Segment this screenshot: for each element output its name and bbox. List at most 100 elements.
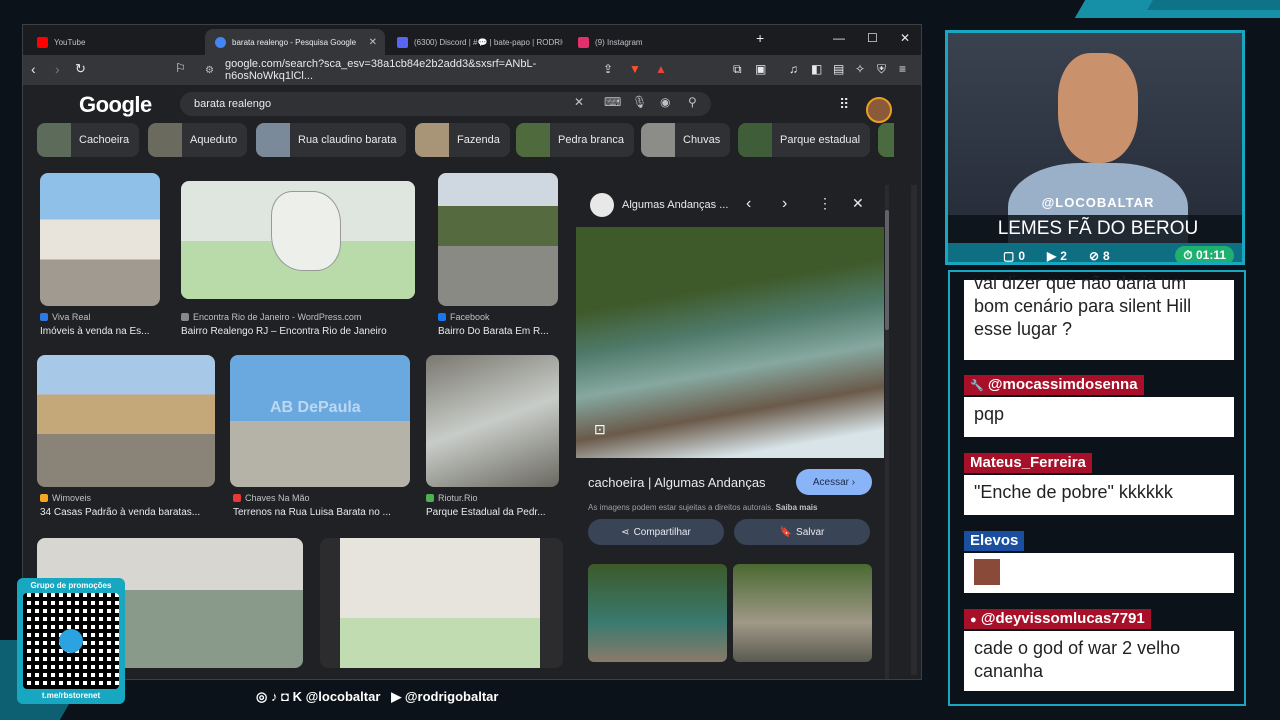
result-source[interactable]: Viva Real — [40, 312, 90, 322]
learn-more-link[interactable]: Saiba mais — [776, 503, 818, 512]
tab-google-search[interactable]: barata realengo - Pesquisa Google ✕ — [205, 29, 385, 55]
search-icon[interactable]: ⚲ — [688, 95, 697, 109]
result-source[interactable]: Facebook — [438, 312, 490, 322]
related-image[interactable] — [733, 564, 872, 662]
google-logo[interactable]: Google — [79, 92, 152, 118]
forward-icon[interactable]: › — [55, 61, 60, 77]
panel-scroll-thumb[interactable] — [885, 210, 889, 330]
search-query: barata realengo — [194, 98, 272, 110]
result-image[interactable] — [40, 173, 160, 306]
mic-icon[interactable]: 🎙 — [632, 95, 647, 109]
chat-message — [964, 553, 1234, 593]
reload-icon[interactable]: ↻ — [75, 61, 86, 77]
apps-grid-icon[interactable]: ⠿ — [839, 96, 849, 113]
chip-parque-estadual[interactable]: Parque estadual — [738, 123, 871, 157]
streamer-face — [1058, 53, 1138, 163]
rewards-icon[interactable]: ▲ — [655, 62, 667, 76]
close-tab-icon[interactable]: ✕ — [369, 37, 377, 48]
chip-thumb — [148, 123, 182, 157]
chip-fazenda[interactable]: Fazenda — [415, 123, 510, 157]
site-settings-icon[interactable]: ⚙ — [205, 65, 214, 76]
result-source[interactable]: Wimoveis — [40, 493, 91, 503]
result-image[interactable]: AB DePaula — [230, 355, 410, 487]
next-image-icon[interactable]: › — [782, 195, 787, 213]
source-name: Riotur.Rio — [438, 493, 478, 503]
result-title[interactable]: 34 Casas Padrão à venda baratas... — [40, 507, 215, 518]
tab-youtube[interactable]: YouTube — [27, 29, 203, 55]
media-icon[interactable]: ♫ — [789, 62, 798, 76]
source-name: Wimoveis — [52, 493, 92, 503]
chip-thumb — [415, 123, 449, 157]
result-source[interactable]: Chaves Na Mão — [233, 493, 310, 503]
result-map-image[interactable] — [181, 181, 415, 299]
avatar[interactable] — [866, 97, 892, 123]
url-field[interactable]: ⚙ google.com/search?sca_esv=38a1cb84e2b2… — [201, 58, 621, 82]
chip-label: Cachoeira — [79, 134, 130, 146]
minimize-icon[interactable]: — — [833, 31, 845, 45]
result-title[interactable]: Imóveis à venda na Es... — [40, 326, 165, 337]
youtube-icon — [37, 36, 48, 48]
chip-label: Pedra branca — [558, 134, 625, 146]
chip-label: Fazenda — [457, 134, 500, 146]
wrench-icon: 🔧 — [970, 380, 984, 392]
leo-icon[interactable]: ✧ — [855, 62, 865, 76]
visit-label: Acessar — [812, 476, 849, 488]
chat-username-text: Mateus_Ferreira — [970, 454, 1086, 471]
video-count: 2 — [1060, 248, 1067, 263]
result-title[interactable]: Terrenos na Rua Luisa Barata no ... — [233, 507, 408, 518]
result-title[interactable]: Parque Estadual da Pedr... — [426, 507, 559, 518]
close-panel-icon[interactable]: ✕ — [852, 195, 864, 212]
brave-shield-icon[interactable]: ▼ — [629, 62, 641, 76]
clear-icon[interactable]: ✕ — [574, 95, 584, 109]
share-icon[interactable]: ⇪ — [603, 62, 613, 76]
google-icon — [215, 36, 226, 48]
result-title[interactable]: Bairro Realengo RJ – Encontra Rio de Jan… — [181, 326, 421, 337]
result-image[interactable] — [37, 355, 215, 487]
lens-search-icon[interactable]: ⊡ — [594, 421, 606, 438]
extensions-icon[interactable]: ⧉ — [733, 62, 742, 77]
share-button[interactable]: ⋖ Compartilhar — [588, 519, 724, 545]
chip-more[interactable] — [878, 123, 894, 157]
chip-cachoeira[interactable]: Cachoeira — [37, 123, 140, 157]
panel-site-name[interactable]: Algumas Andanças ... — [622, 199, 728, 211]
result-image[interactable] — [438, 173, 558, 306]
related-image[interactable] — [588, 564, 727, 662]
chip-chuvas[interactable]: Chuvas — [641, 123, 731, 157]
vpn-icon[interactable]: ⛨ — [877, 62, 886, 77]
preview-title[interactable]: cachoeira | Algumas Andanças — [588, 475, 766, 490]
new-tab-icon[interactable]: + — [756, 30, 764, 46]
result-image[interactable] — [320, 538, 563, 668]
preview-image[interactable]: ⊡ — [576, 227, 884, 458]
prev-image-icon[interactable]: ‹ — [746, 195, 751, 213]
chat-text: cade o god of war 2 velho cananha — [974, 638, 1181, 681]
tiktok-icon: ♪ — [270, 689, 278, 704]
search-input[interactable]: barata realengo ✕ ⌨ 🎙 ◉ ⚲ — [180, 92, 711, 116]
tab-discord[interactable]: (6300) Discord | #💬 | bate-papo | RODRIG — [387, 29, 563, 55]
maximize-icon[interactable]: ☐ — [867, 31, 878, 45]
result-title[interactable]: Bairro Do Barata Em R... — [438, 326, 558, 337]
tab-instagram[interactable]: (9) Instagram — [568, 29, 744, 55]
lens-icon[interactable]: ◉ — [660, 95, 670, 109]
result-source[interactable]: Riotur.Rio — [426, 493, 478, 503]
bookmark-icon[interactable]: ⚐ — [175, 61, 186, 75]
menu-icon[interactable]: ≡ — [899, 62, 906, 76]
wallet-icon[interactable]: ▤ — [833, 62, 844, 76]
chip-rua-claudino-barata[interactable]: Rua claudino barata — [256, 123, 407, 157]
chat-username: ● @deyvissomlucas7791 — [964, 609, 1151, 629]
back-icon[interactable]: ‹ — [31, 61, 36, 77]
chat-username: Mateus_Ferreira — [964, 453, 1092, 473]
more-options-icon[interactable]: ⋮ — [818, 195, 832, 212]
chip-aqueduto[interactable]: Aqueduto — [148, 123, 248, 157]
chat-message: vai dizer que não daria um bom cenário p… — [964, 273, 1234, 360]
save-button[interactable]: 🔖 Salvar — [734, 519, 870, 545]
result-image[interactable] — [426, 355, 559, 487]
result-source[interactable]: Encontra Rio de Janeiro - WordPress.com — [181, 312, 361, 322]
keyboard-icon[interactable]: ⌨ — [604, 95, 621, 109]
chip-pedra-branca[interactable]: Pedra branca — [516, 123, 635, 157]
stats-bar: ▢ 0 ▶ 2 ⊘ 8 ⏱ 01:11 — [948, 243, 1242, 263]
close-window-icon[interactable]: ✕ — [900, 31, 910, 45]
screenshot-icon[interactable]: ▣ — [755, 62, 766, 76]
sidebar-icon[interactable]: ◧ — [811, 62, 822, 76]
visit-button[interactable]: Acessar › — [796, 469, 872, 495]
page-scrollbar[interactable] — [911, 185, 917, 675]
